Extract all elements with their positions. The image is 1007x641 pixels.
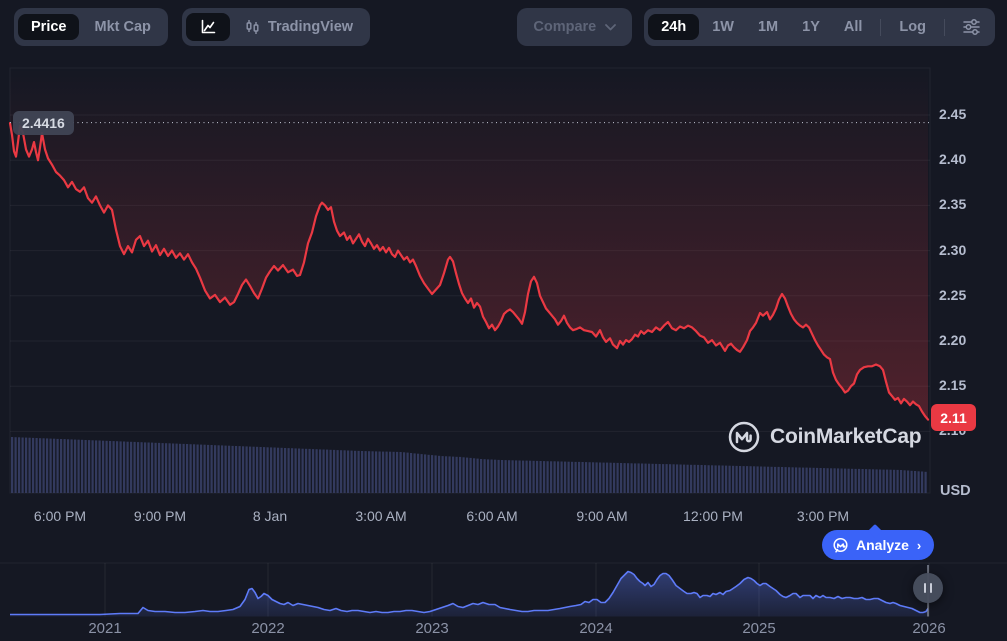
log-scale-label: Log: [899, 20, 926, 35]
toolbar-divider: [944, 19, 945, 36]
tradingview-tab[interactable]: TradingView: [232, 13, 366, 41]
handle-grip-icon: [924, 583, 926, 593]
y-tick-label: 2.25: [939, 287, 966, 303]
range-24h-button[interactable]: 24h: [648, 14, 699, 41]
chart-settings-button[interactable]: [952, 12, 991, 42]
line-chart-tab[interactable]: [186, 13, 230, 41]
range-1m-label: 1M: [758, 20, 778, 35]
analyze-chat-icon: [832, 537, 849, 554]
timeline-year-label: 2023: [415, 620, 448, 637]
x-tick-label: 6:00 AM: [466, 508, 517, 524]
timeline-year-label: 2026: [912, 620, 945, 637]
compare-button[interactable]: Compare: [517, 8, 632, 46]
range-24h-label: 24h: [661, 20, 686, 35]
range-1y-button[interactable]: 1Y: [791, 14, 831, 41]
x-tick-label: 3:00 PM: [797, 508, 849, 524]
x-tick-label: 12:00 PM: [683, 508, 743, 524]
time-range-selector: 24h 1W 1M 1Y All Log: [644, 8, 995, 46]
currency-unit-label: USD: [940, 483, 971, 499]
price-tab[interactable]: Price: [18, 14, 79, 41]
current-price-badge: 2.11: [931, 404, 976, 431]
chart-toolbar-right: Compare 24h 1W 1M 1Y All Log: [517, 8, 995, 46]
timeline-year-label: 2021: [88, 620, 121, 637]
price-area: [10, 68, 928, 420]
sliders-icon: [962, 18, 981, 36]
toolbar-divider: [880, 19, 881, 36]
watermark-text: CoinMarketCap: [770, 425, 921, 449]
timeline-range-handle[interactable]: [913, 573, 943, 603]
tradingview-tab-label: TradingView: [268, 20, 353, 35]
y-tick-label: 2.30: [939, 242, 966, 258]
price-mktcap-toggle: Price Mkt Cap: [14, 8, 168, 46]
range-all-button[interactable]: All: [833, 14, 874, 41]
compare-button-label: Compare: [533, 19, 596, 35]
chart-toolbar-left: Price Mkt Cap TradingView: [14, 8, 370, 46]
chart-type-toggle: TradingView: [182, 8, 370, 46]
log-scale-button[interactable]: Log: [888, 14, 937, 41]
x-tick-label: 3:00 AM: [355, 508, 406, 524]
timeline-year-label: 2025: [742, 620, 775, 637]
y-tick-label: 2.20: [939, 332, 966, 348]
analyze-button-label: Analyze: [856, 537, 909, 553]
coinmarketcap-watermark: CoinMarketCap: [727, 420, 921, 454]
high-price-label: 2.4416: [13, 111, 74, 135]
chevron-down-icon: [605, 24, 616, 31]
y-tick-label: 2.45: [939, 106, 966, 122]
range-1w-button[interactable]: 1W: [701, 14, 745, 41]
x-tick-label: 9:00 AM: [576, 508, 627, 524]
mktcap-tab-label: Mkt Cap: [94, 20, 150, 35]
range-1w-label: 1W: [712, 20, 734, 35]
timeline-year-label: 2022: [251, 620, 284, 637]
x-tick-label: 9:00 PM: [134, 508, 186, 524]
range-all-label: All: [844, 20, 863, 35]
y-tick-label: 2.35: [939, 196, 966, 212]
x-tick-label: 6:00 PM: [34, 508, 86, 524]
chevron-right-icon: ›: [917, 538, 921, 553]
analyze-button[interactable]: Analyze ›: [822, 530, 934, 560]
range-1y-label: 1Y: [802, 20, 820, 35]
x-tick-label: 8 Jan: [253, 508, 287, 524]
candlestick-icon: [245, 19, 260, 35]
timeline-year-label: 2024: [579, 620, 612, 637]
price-tab-label: Price: [31, 20, 66, 35]
handle-grip-icon: [930, 583, 932, 593]
y-tick-label: 2.15: [939, 377, 966, 393]
range-1m-button[interactable]: 1M: [747, 14, 789, 41]
coinmarketcap-logo-icon: [727, 420, 761, 454]
mktcap-tab[interactable]: Mkt Cap: [81, 14, 163, 41]
y-tick-label: 2.40: [939, 151, 966, 167]
line-chart-icon: [200, 19, 216, 35]
